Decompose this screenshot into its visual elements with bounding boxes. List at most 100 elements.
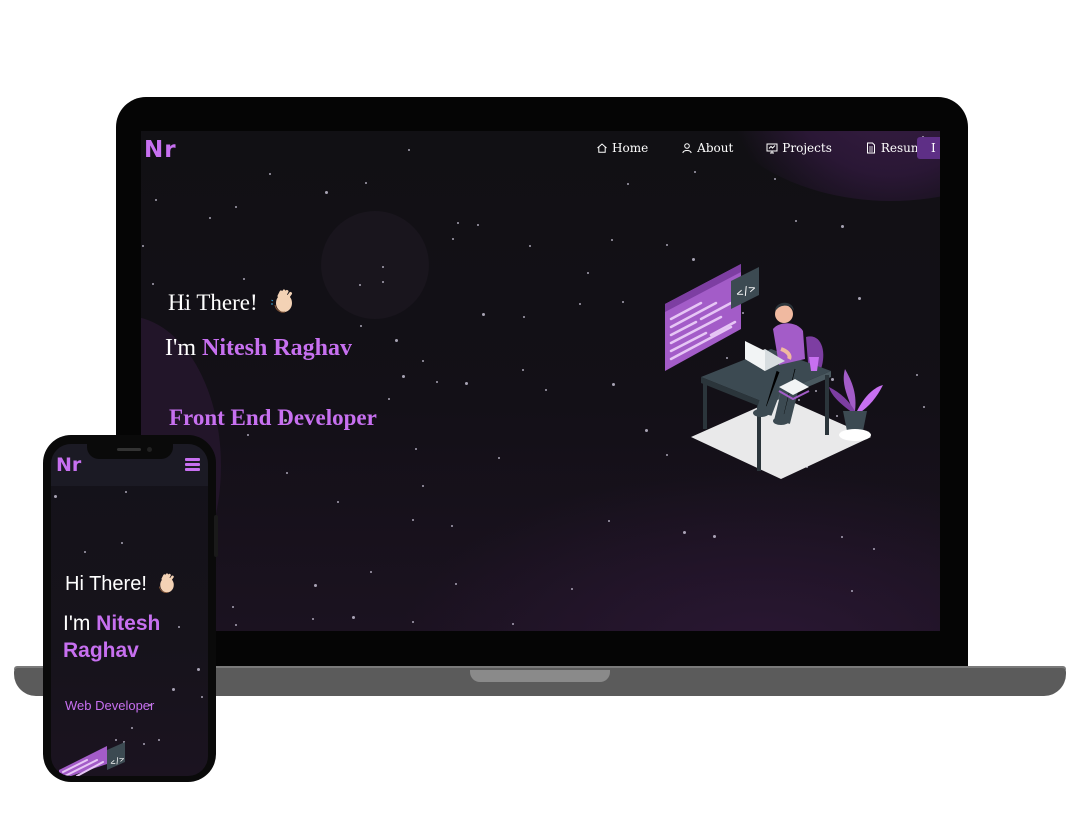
star <box>482 313 485 316</box>
fork-button-label: I <box>931 141 936 155</box>
star <box>172 688 175 691</box>
nav-about-label: About <box>697 141 734 155</box>
laptop-screen: Nr Home About Projects Resume I Hi There… <box>141 131 940 631</box>
phone-speaker <box>117 448 141 451</box>
star <box>873 548 875 550</box>
hero-role: Front End Developer <box>169 405 377 430</box>
star <box>795 220 797 222</box>
star <box>352 616 355 619</box>
star <box>522 369 524 371</box>
star <box>402 375 405 378</box>
star <box>143 743 145 745</box>
star <box>209 217 211 219</box>
star <box>452 238 454 240</box>
star <box>713 535 716 538</box>
star <box>197 668 200 671</box>
navbar: Home About Projects Resume <box>596 141 940 155</box>
star <box>247 434 249 436</box>
star <box>232 606 234 608</box>
star <box>125 491 127 493</box>
star <box>627 183 629 185</box>
star <box>477 224 479 226</box>
star <box>84 551 86 553</box>
glow-blob <box>321 211 429 319</box>
star <box>498 457 500 459</box>
star <box>131 727 133 729</box>
star <box>694 171 696 173</box>
star <box>622 301 624 303</box>
star <box>325 191 328 194</box>
phone-screen: Nr Hi There! I'm Nitesh Raghav Web Devel… <box>51 444 208 776</box>
star <box>587 272 589 274</box>
phone-side-button <box>214 515 218 557</box>
phone-notch <box>87 444 173 459</box>
star <box>612 383 615 386</box>
phone-greeting-text: Hi There! <box>65 573 147 595</box>
star <box>523 316 525 318</box>
star <box>455 583 457 585</box>
star <box>359 284 361 286</box>
nav-home-label: Home <box>612 141 649 155</box>
star <box>422 485 424 487</box>
star <box>312 618 314 620</box>
hero-greeting: Hi There! <box>168 289 297 316</box>
phone-developer-illustration: </> <box>59 742 126 776</box>
star <box>415 448 417 450</box>
nav-projects[interactable]: Projects <box>766 141 832 155</box>
star <box>571 588 573 590</box>
star <box>923 406 925 408</box>
star <box>365 182 367 184</box>
star <box>916 374 918 376</box>
developer-illustration: </> <box>665 264 883 479</box>
greeting-text: Hi There! <box>168 290 258 315</box>
star <box>457 222 459 224</box>
waving-hand-icon <box>271 289 293 313</box>
projects-icon <box>766 143 778 154</box>
nav-about[interactable]: About <box>681 141 733 155</box>
star <box>422 360 424 362</box>
site-logo[interactable]: Nr <box>144 137 177 163</box>
laptop-notch <box>470 670 610 682</box>
phone-site-logo[interactable]: Nr <box>56 454 81 476</box>
hamburger-menu-icon[interactable] <box>185 458 200 471</box>
star <box>412 519 414 521</box>
fork-button[interactable]: I <box>917 137 940 159</box>
star <box>611 239 613 241</box>
star <box>395 339 398 342</box>
star <box>666 244 668 246</box>
document-icon <box>866 142 875 154</box>
star <box>645 429 648 432</box>
star <box>235 624 237 626</box>
waving-hand-icon <box>159 573 175 594</box>
star <box>235 206 237 208</box>
star <box>851 590 853 592</box>
hero-name: Nitesh Raghav <box>201 335 352 361</box>
star <box>608 520 610 522</box>
star <box>314 584 317 587</box>
star <box>243 278 245 280</box>
star <box>412 621 414 623</box>
hero-intro: I'm Nitesh Raghav <box>165 335 352 362</box>
star <box>408 149 410 151</box>
phone-intro-prefix: I'm <box>63 612 97 635</box>
star <box>388 398 390 400</box>
star <box>841 225 844 228</box>
star <box>370 571 372 573</box>
nav-home[interactable]: Home <box>596 141 648 155</box>
star <box>382 281 384 283</box>
star <box>451 525 453 527</box>
star <box>841 536 843 538</box>
home-icon <box>597 143 607 153</box>
star <box>152 283 154 285</box>
star <box>579 303 581 305</box>
star <box>465 382 468 385</box>
phone-hero-greeting: Hi There! <box>65 573 178 596</box>
star <box>382 266 384 268</box>
user-icon <box>682 143 692 154</box>
star <box>512 623 514 625</box>
star <box>436 381 438 383</box>
star <box>155 199 157 201</box>
nav-projects-label: Projects <box>782 141 832 155</box>
star <box>286 472 288 474</box>
star <box>774 178 776 180</box>
